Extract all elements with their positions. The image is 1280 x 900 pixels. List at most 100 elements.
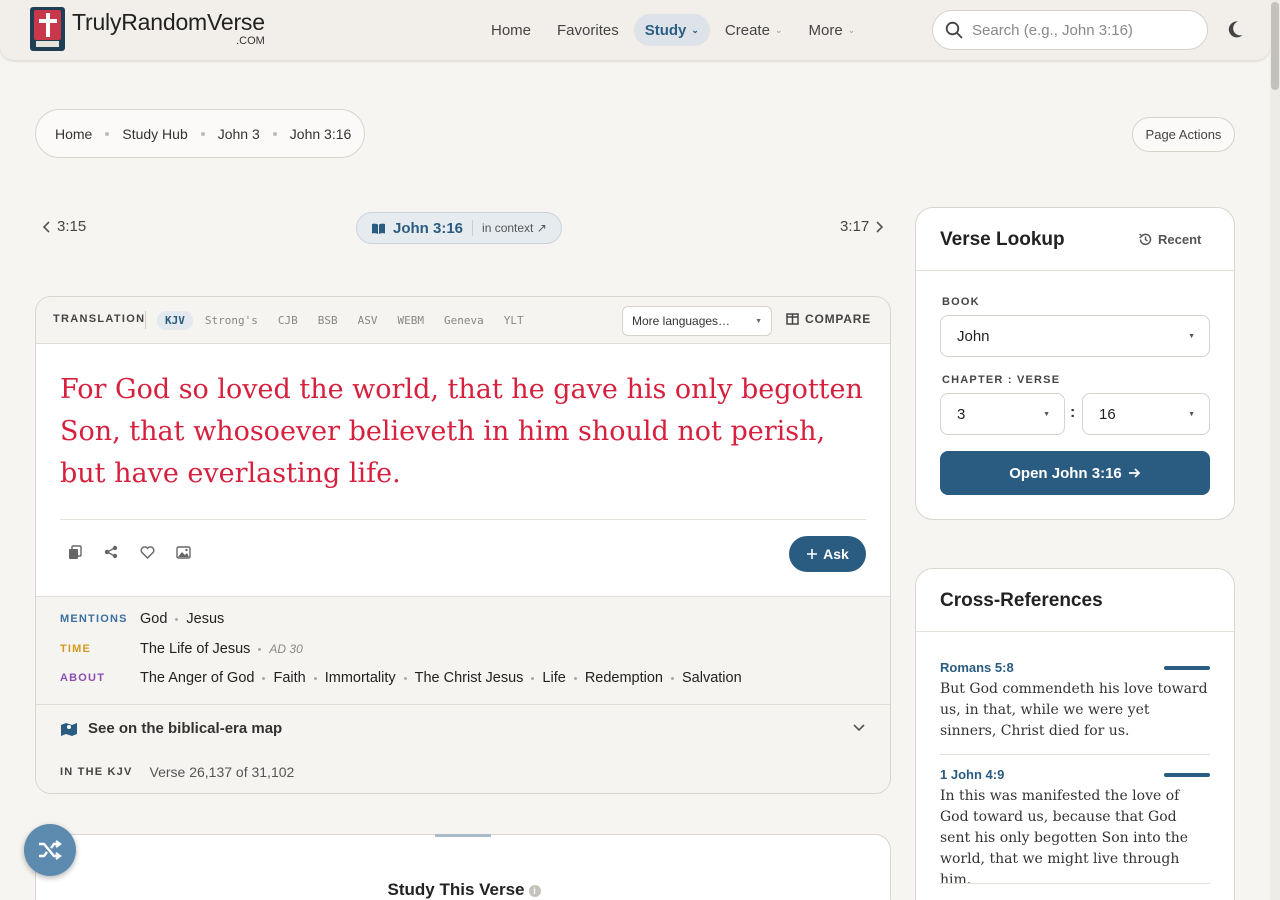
moon-icon[interactable]	[1224, 18, 1246, 45]
breadcrumb-chapter[interactable]: John 3	[218, 126, 260, 142]
chevron-right-icon	[876, 220, 884, 233]
columns-icon	[786, 313, 799, 325]
verse-actions	[66, 543, 192, 561]
chevron-down-icon: ⌄	[847, 24, 856, 35]
translation-asv[interactable]: ASV	[350, 311, 386, 330]
cross-references-title: Cross-References	[940, 590, 1103, 611]
page-actions-button[interactable]: Page Actions	[1132, 117, 1235, 152]
topic-tag[interactable]: The Christ Jesus	[415, 670, 524, 686]
chevron-down-icon: ⌄	[691, 24, 699, 35]
breadcrumb-study-hub[interactable]: Study Hub	[122, 126, 187, 142]
search-icon	[945, 21, 963, 39]
cross-reference-text: But God commendeth his love toward us, i…	[940, 681, 1208, 739]
topic-tag[interactable]: Salvation	[682, 670, 742, 686]
shuffle-icon	[39, 840, 62, 860]
topic-tag[interactable]: Faith	[273, 670, 305, 686]
time-value[interactable]: The Life of Jesus	[140, 641, 250, 657]
relevance-bar	[1164, 773, 1210, 777]
caret-down-icon: ▼	[1043, 411, 1050, 418]
open-verse-button[interactable]: Open John 3:16	[940, 451, 1210, 495]
cross-reference-item[interactable]: Romans 5:8 But God commendeth his love t…	[940, 660, 1210, 742]
verse-card: TRANSLATION KJV Strong's CJB BSB ASV WEB…	[35, 296, 891, 794]
site-logo[interactable]: TrulyRandomVerse .COM	[30, 7, 265, 51]
about-label: ABOUT	[60, 672, 106, 684]
search-box[interactable]	[932, 10, 1208, 50]
info-icon[interactable]: i	[528, 884, 541, 897]
nav-study[interactable]: Study ⌄	[633, 14, 710, 46]
current-verse-ref: John 3:16	[393, 219, 464, 237]
translation-webm[interactable]: WEBM	[389, 311, 432, 330]
verse-metadata: MENTIONS God Jesus TIME The Life of Jesu…	[36, 596, 890, 793]
prev-verse-link[interactable]: 3:15	[42, 218, 86, 235]
lookup-title: Verse Lookup	[940, 229, 1065, 250]
kjv-position-value: Verse 26,137 of 31,102	[149, 764, 295, 780]
time-era: AD 30	[269, 642, 303, 656]
time-label: TIME	[60, 643, 92, 655]
verse-text: For God so loved the world, that he gave…	[60, 374, 863, 489]
nav-home[interactable]: Home	[480, 14, 542, 46]
top-navbar: TrulyRandomVerse .COM Home Favorites Stu…	[0, 0, 1270, 60]
translation-bar: TRANSLATION KJV Strong's CJB BSB ASV WEB…	[36, 297, 890, 344]
chevron-down-icon[interactable]	[852, 723, 866, 733]
translation-cjb[interactable]: CJB	[270, 311, 306, 330]
nav-favorites[interactable]: Favorites	[546, 14, 630, 46]
verse-select[interactable]: 16 ▼	[1082, 393, 1210, 435]
shuffle-button[interactable]	[24, 824, 76, 876]
topic-tag[interactable]: Redemption	[585, 670, 663, 686]
nav-more[interactable]: More ⌄	[798, 14, 867, 46]
caret-down-icon: ▼	[755, 318, 762, 325]
image-icon[interactable]	[174, 543, 192, 561]
nav-create[interactable]: Create ⌄	[714, 14, 794, 46]
time-row: TIME The Life of Jesus AD 30	[60, 641, 303, 657]
mention-tag[interactable]: God	[140, 611, 167, 627]
study-title: Study This Verse	[387, 880, 525, 899]
study-section: Study This Verse i	[35, 834, 891, 900]
map-toggle[interactable]: See on the biblical-era map	[60, 720, 282, 737]
heart-icon[interactable]	[138, 543, 156, 561]
cross-reference-text: In this was manifested the love of God t…	[940, 788, 1189, 888]
mention-tag[interactable]: Jesus	[186, 611, 224, 627]
cross-references-panel: Cross-References Romans 5:8 But God comm…	[915, 568, 1235, 900]
caret-down-icon: ▼	[1188, 333, 1195, 340]
topic-tag[interactable]: Life	[542, 670, 565, 686]
mentions-row: MENTIONS God Jesus	[60, 611, 224, 627]
relevance-bar	[1164, 666, 1210, 670]
translation-bsb[interactable]: BSB	[310, 311, 346, 330]
ask-button[interactable]: Ask	[789, 536, 866, 572]
kjv-position: IN THE KJV Verse 26,137 of 31,102	[60, 764, 294, 780]
bible-logo-icon	[30, 7, 65, 51]
recent-button[interactable]: Recent	[1138, 232, 1201, 247]
translation-label: TRANSLATION	[53, 313, 146, 325]
chevron-down-icon: ⌄	[774, 24, 783, 35]
topic-tag[interactable]: Immortality	[325, 670, 396, 686]
brand-suffix: .COM	[236, 35, 265, 47]
in-context-link[interactable]: in context ↗	[482, 221, 547, 235]
topic-tag[interactable]: The Anger of God	[140, 670, 254, 686]
book-label: BOOK	[942, 296, 980, 308]
breadcrumb-home[interactable]: Home	[55, 126, 92, 142]
verse-lookup-panel: Verse Lookup Recent BOOK John ▼ CHAPTER :…	[915, 207, 1235, 520]
map-icon	[61, 722, 77, 736]
page-scrollbar[interactable]	[1270, 0, 1280, 900]
search-input[interactable]	[972, 21, 1192, 39]
translation-list: KJV Strong's CJB BSB ASV WEBM Geneva YLT	[157, 311, 532, 330]
book-select[interactable]: John ▼	[940, 315, 1210, 357]
share-icon[interactable]	[102, 543, 120, 561]
cross-reference-item[interactable]: 1 John 4:9 In this was manifested the lo…	[940, 767, 1210, 891]
chapter-select[interactable]: 3 ▼	[940, 393, 1065, 435]
copy-icon[interactable]	[66, 543, 84, 561]
brand-name: TrulyRandomVerse	[72, 9, 265, 35]
translation-ylt[interactable]: YLT	[496, 311, 532, 330]
translation-geneva[interactable]: Geneva	[436, 311, 492, 330]
current-verse-pill[interactable]: John 3:16 in context ↗	[356, 212, 562, 244]
caret-down-icon: ▼	[1188, 411, 1195, 418]
book-icon	[372, 223, 385, 234]
chapter-verse-label: CHAPTER : VERSE	[942, 374, 1061, 386]
translation-strongs[interactable]: Strong's	[197, 311, 266, 330]
compare-button[interactable]: COMPARE	[786, 312, 871, 326]
next-verse-link[interactable]: 3:17	[840, 218, 884, 235]
translation-kjv[interactable]: KJV	[157, 311, 193, 330]
more-languages-select[interactable]: More languages… ▼	[622, 306, 772, 336]
chevron-left-icon	[42, 220, 50, 233]
history-icon	[1139, 233, 1152, 246]
